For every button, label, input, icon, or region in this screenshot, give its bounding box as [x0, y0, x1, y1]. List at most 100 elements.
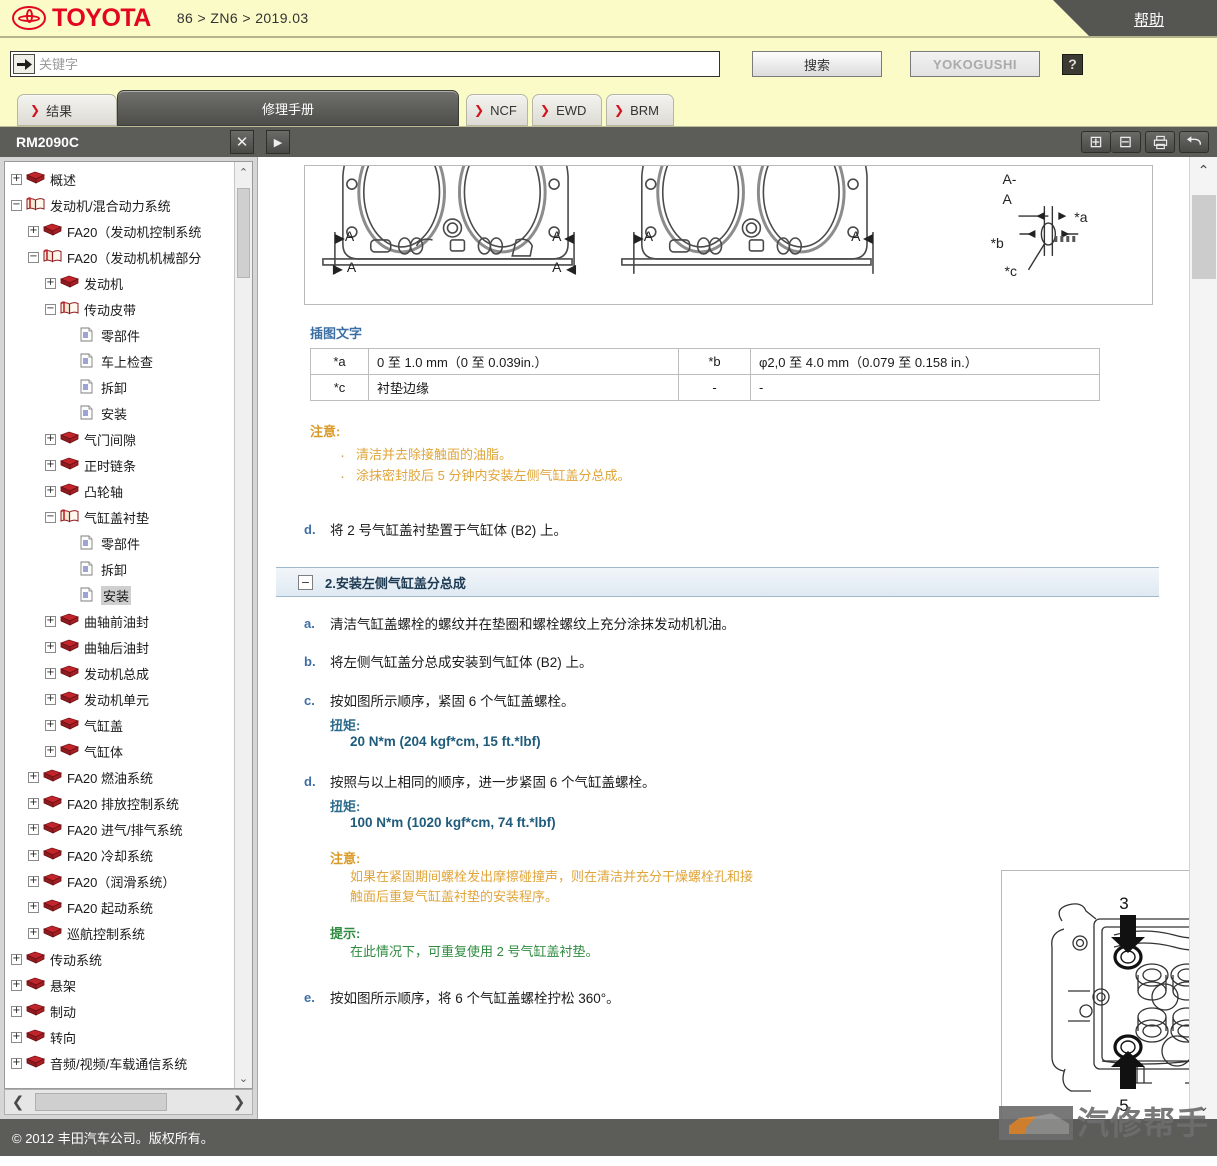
expand-icon[interactable]: + — [28, 901, 39, 913]
expand-icon[interactable]: + — [28, 823, 39, 835]
tree-node[interactable]: + FA20 排放控制系统 — [11, 790, 234, 816]
expand-icon[interactable]: + — [45, 641, 56, 653]
tree-node[interactable]: − 发动机/混合动力系统 — [11, 192, 234, 218]
collapse-icon[interactable]: − — [45, 511, 56, 523]
expand-icon[interactable]: + — [28, 927, 39, 939]
tree-node[interactable]: + 概述 — [11, 166, 234, 192]
tree-node[interactable]: 零部件 — [11, 322, 234, 348]
tree-node[interactable]: + 曲轴前油封 — [11, 608, 234, 634]
expand-icon[interactable]: + — [45, 745, 56, 757]
tree-node[interactable]: + 发动机 — [11, 270, 234, 296]
tree-node[interactable]: 车上检查 — [11, 348, 234, 374]
search-input[interactable] — [35, 53, 719, 75]
tree-node[interactable]: + 正时链条 — [11, 452, 234, 478]
content-scroll-up-icon[interactable]: ⌃ — [1190, 157, 1217, 183]
expand-icon[interactable]: + — [28, 849, 39, 861]
sidebar-scroll-thumb[interactable] — [237, 188, 250, 278]
expand-icon[interactable]: + — [28, 797, 39, 809]
scroll-down-icon[interactable]: ⌄ — [235, 1068, 252, 1088]
expand-icon[interactable]: + — [45, 693, 56, 705]
content-vertical-scrollbar[interactable]: ⌃ ⌄ — [1189, 157, 1217, 1119]
collapse-icon[interactable]: − — [11, 199, 22, 211]
arrow-right-icon[interactable] — [13, 54, 35, 74]
tree-node[interactable]: + FA20（润滑系统） — [11, 868, 234, 894]
expand-icon[interactable]: + — [45, 277, 56, 289]
scroll-up-icon[interactable]: ⌃ — [235, 162, 252, 182]
back-button[interactable] — [1179, 131, 1209, 153]
search-help-icon[interactable]: ? — [1062, 53, 1083, 75]
tab-ewd[interactable]: ❯ EWD — [532, 94, 602, 126]
expand-icon[interactable]: + — [11, 1005, 22, 1017]
expand-icon[interactable]: + — [11, 979, 22, 991]
svg-text:A: A — [345, 228, 355, 244]
expand-icon[interactable]: + — [45, 485, 56, 497]
expand-icon[interactable]: + — [11, 1057, 22, 1069]
tree-node[interactable]: + 曲轴后油封 — [11, 634, 234, 660]
expand-icon[interactable]: + — [45, 459, 56, 471]
expand-icon[interactable]: + — [45, 667, 56, 679]
content-scroll-thumb[interactable] — [1192, 195, 1216, 279]
tree-node[interactable]: + 音频/视频/车载通信系统 — [11, 1050, 234, 1076]
tree-node[interactable]: + FA20 进气/排气系统 — [11, 816, 234, 842]
tree-node[interactable]: + FA20 燃油系统 — [11, 764, 234, 790]
svg-text:A: A — [347, 259, 357, 275]
yokogushi-button[interactable]: YOKOGUSHI — [910, 51, 1040, 77]
print-button[interactable] — [1145, 131, 1175, 153]
tree-node[interactable]: 安装 — [11, 400, 234, 426]
sidebar-hscroll-thumb[interactable] — [35, 1093, 167, 1111]
expand-icon[interactable]: + — [28, 771, 39, 783]
scroll-left-icon[interactable]: ❮ — [5, 1090, 31, 1114]
tree-node[interactable]: + 气缸盖 — [11, 712, 234, 738]
tree-node[interactable]: + 制动 — [11, 998, 234, 1024]
tree-node[interactable]: 拆卸 — [11, 556, 234, 582]
expand-icon[interactable]: + — [45, 615, 56, 627]
expand-icon[interactable]: + — [45, 719, 56, 731]
collapse-icon[interactable]: − — [28, 251, 39, 263]
tree-node[interactable]: 零部件 — [11, 530, 234, 556]
next-document-button[interactable]: ▶ — [266, 130, 290, 154]
tree-node[interactable]: + 凸轮轴 — [11, 478, 234, 504]
expand-icon[interactable]: + — [28, 875, 39, 887]
expand-icon[interactable]: + — [45, 433, 56, 445]
tree-node[interactable]: − 气缸盖衬垫 — [11, 504, 234, 530]
sidebar-horizontal-scrollbar[interactable]: ❮ ❯ — [4, 1089, 253, 1115]
tree-node[interactable]: + 发动机总成 — [11, 660, 234, 686]
tree-node-label: 正时链条 — [84, 458, 137, 474]
expand-icon[interactable]: + — [11, 173, 22, 185]
close-document-button[interactable]: ✕ — [230, 130, 254, 154]
tree-node[interactable]: + 悬架 — [11, 972, 234, 998]
tree-node[interactable]: + FA20 冷却系统 — [11, 842, 234, 868]
tree-node[interactable]: + 气缸体 — [11, 738, 234, 764]
search-field-wrapper[interactable] — [10, 51, 720, 77]
tree-node[interactable]: + 传动系统 — [11, 946, 234, 972]
expand-icon[interactable]: + — [11, 953, 22, 965]
tree-node[interactable]: 安装 — [11, 582, 234, 608]
tree-node[interactable]: + FA20（发动机控制系统 — [11, 218, 234, 244]
expand-icon[interactable]: + — [28, 225, 39, 237]
help-button[interactable]: 帮助 — [1091, 0, 1217, 36]
tree-node[interactable]: 拆卸 — [11, 374, 234, 400]
tab-repair-manual[interactable]: 修理手册 — [117, 90, 459, 126]
expand-all-button[interactable]: ⊞ — [1081, 131, 1111, 153]
tab-results[interactable]: ❯ 结果 — [17, 94, 117, 126]
tree-node[interactable]: + FA20 起动系统 — [11, 894, 234, 920]
tab-ncf[interactable]: ❯ NCF — [466, 94, 528, 126]
tree-node[interactable]: + 发动机单元 — [11, 686, 234, 712]
tree-node[interactable]: − 传动皮带 — [11, 296, 234, 322]
tree-node[interactable]: + 转向 — [11, 1024, 234, 1050]
expand-collapse-group: ⊞ ⊟ — [1081, 131, 1141, 153]
collapse-toggle-icon[interactable]: − — [298, 574, 313, 590]
section-heading-install-left-cylinder-head[interactable]: − 2.安装左侧气缸盖分总成 — [276, 567, 1159, 598]
step-letter: d. — [304, 521, 316, 537]
sidebar: + 概述 − 发动机/混合动力系统 + FA20（发动机控制系统 − FA20（发动机机械部分… — [0, 157, 258, 1119]
collapse-all-button[interactable]: ⊟ — [1111, 131, 1141, 153]
collapse-icon[interactable]: − — [45, 303, 56, 315]
sidebar-vertical-scrollbar[interactable]: ⌃ ⌄ — [234, 162, 252, 1088]
expand-icon[interactable]: + — [11, 1031, 22, 1043]
tree-node[interactable]: − FA20（发动机机械部分 — [11, 244, 234, 270]
scroll-right-icon[interactable]: ❯ — [226, 1090, 252, 1114]
tree-node[interactable]: + 气门间隙 — [11, 426, 234, 452]
tree-node[interactable]: + 巡航控制系统 — [11, 920, 234, 946]
search-button[interactable]: 搜索 — [752, 51, 882, 77]
tab-brm[interactable]: ❯ BRM — [606, 94, 674, 126]
